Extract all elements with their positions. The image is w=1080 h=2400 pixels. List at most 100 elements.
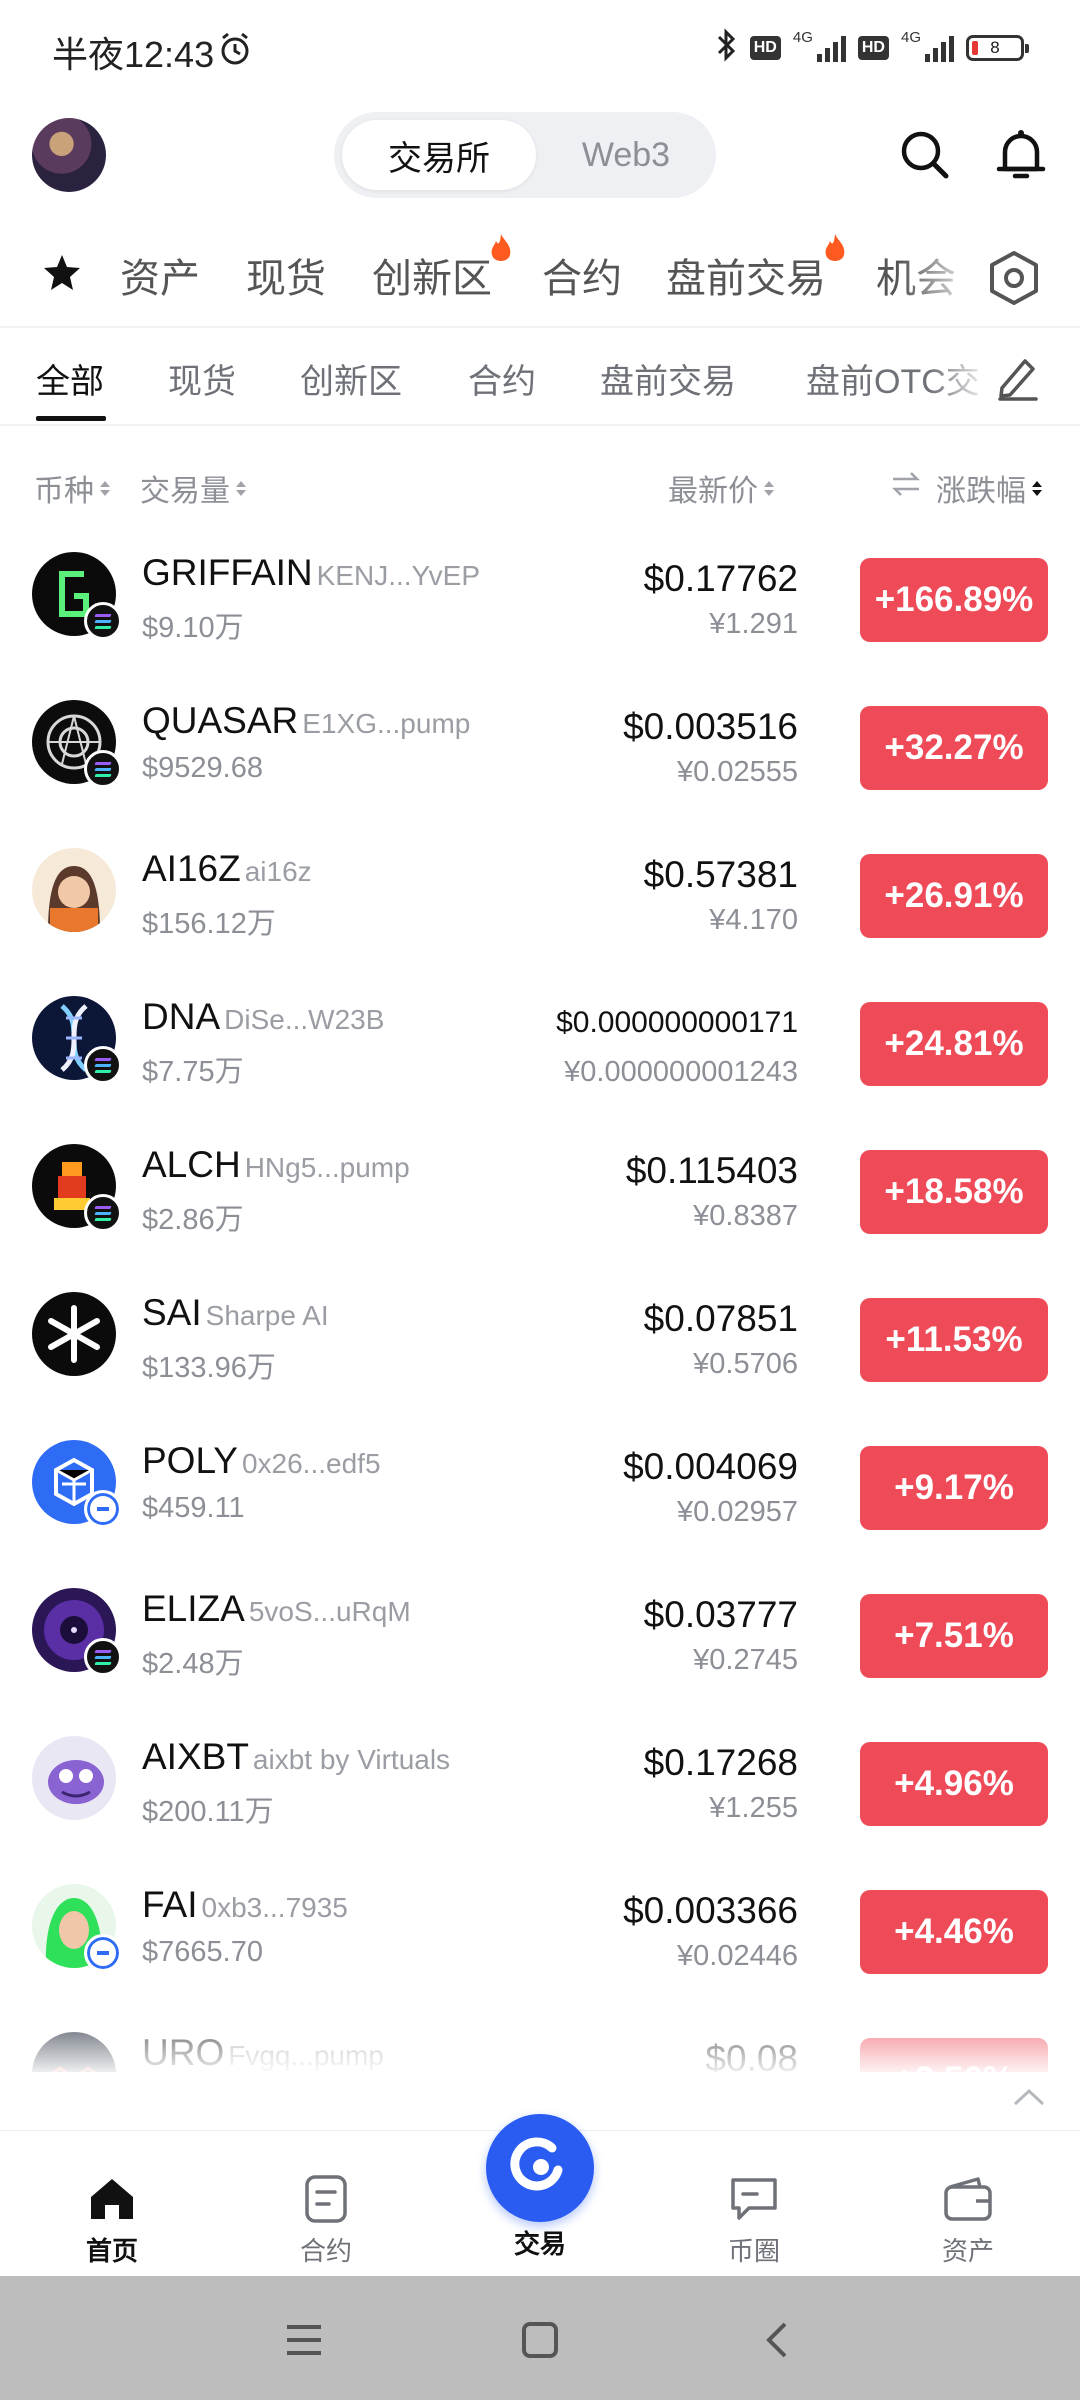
user-avatar[interactable] xyxy=(32,118,106,192)
sort-coin[interactable]: 币种 xyxy=(34,466,110,510)
token-address: E1XG...pump xyxy=(302,708,471,739)
bell-icon[interactable] xyxy=(986,120,1056,190)
network-type: 4G xyxy=(792,29,813,46)
token-symbol: POLY 0x26...edf5 xyxy=(142,1440,381,1482)
token-price: $0.000000000171 xyxy=(556,1006,798,1039)
change-badge[interactable]: +32.27% xyxy=(860,706,1048,790)
subtab-premarket[interactable]: 盘前交易 xyxy=(600,354,736,403)
change-badge[interactable]: +7.51% xyxy=(860,1594,1048,1678)
token-price-cny: ¥0.000000001243 xyxy=(564,1056,798,1088)
signal-icon xyxy=(925,34,954,62)
subtabs-fade xyxy=(930,340,990,424)
alarm-icon xyxy=(216,30,254,73)
change-badge[interactable]: +24.81% xyxy=(860,1002,1048,1086)
subtab-innovation[interactable]: 创新区 xyxy=(300,354,402,403)
subtab-all[interactable]: 全部 xyxy=(36,354,104,403)
token-symbol: AI16Z ai16z xyxy=(142,848,312,890)
sort-volume[interactable]: 交易量 xyxy=(140,466,246,510)
nav-contract-label: 合约 xyxy=(299,2236,352,2266)
token-price-cny: ¥0.5706 xyxy=(693,1348,798,1380)
tab-premarket[interactable]: 盘前交易 xyxy=(666,234,845,304)
token-symbol: ELIZA 5voS...uRqM xyxy=(142,1588,411,1630)
change-badge[interactable]: +166.89% xyxy=(860,558,1048,642)
tab-innovation[interactable]: 创新区 xyxy=(372,234,511,304)
tab-premarket-label: 盘前交易 xyxy=(666,257,826,301)
home-square-icon[interactable] xyxy=(510,2310,570,2370)
token-volume: $2.48万 xyxy=(142,1648,244,1680)
swap-arrows-icon[interactable] xyxy=(890,470,922,506)
token-list: GRIFFAIN KENJ...YvEP $9.10万 $0.17762 ¥1.291 +… xyxy=(0,532,1080,2072)
edit-pencil-icon[interactable] xyxy=(992,352,1042,407)
back-arrow-icon[interactable] xyxy=(746,2310,806,2370)
hd-badge: HD xyxy=(749,35,781,60)
menu-icon[interactable] xyxy=(274,2310,334,2370)
token-price-cny: ¥1.255 xyxy=(709,1792,798,1824)
tab-contract[interactable]: 合约 xyxy=(542,246,622,304)
status-time: 半夜12:43 xyxy=(52,34,215,75)
solana-chain-icon xyxy=(84,1046,122,1084)
change-badge[interactable]: +4.96% xyxy=(860,1742,1048,1826)
favorites-star-icon[interactable] xyxy=(42,252,82,297)
tab-exchange[interactable]: 交易所 xyxy=(342,120,536,190)
token-volume: $7665.70 xyxy=(142,1936,263,1968)
token-price: $0.115403 xyxy=(625,1150,798,1191)
subtab-contract[interactable]: 合约 xyxy=(468,354,536,403)
token-logo-icon xyxy=(32,1292,116,1376)
settings-hexagon-icon[interactable] xyxy=(986,248,1042,313)
subtab-spot[interactable]: 现货 xyxy=(168,354,236,403)
token-row[interactable]: SAI Sharpe AI $133.96万 $0.07851 ¥0.5706 +11.5… xyxy=(0,1272,1080,1420)
token-address: KENJ...YvEP xyxy=(316,560,481,591)
token-logo-icon xyxy=(32,848,116,932)
solana-chain-icon xyxy=(84,1194,122,1232)
change-badge[interactable]: +26.91% xyxy=(860,854,1048,938)
nav-assets[interactable]: 资产 xyxy=(888,2131,1048,2277)
tab-assets[interactable]: 资产 xyxy=(120,246,200,304)
token-symbol: SAI Sharpe AI xyxy=(142,1292,329,1334)
token-volume: $7.75万 xyxy=(142,1056,244,1088)
nav-home[interactable]: 首页 xyxy=(32,2131,192,2277)
token-row[interactable]: GRIFFAIN KENJ...YvEP $9.10万 $0.17762 ¥1.291 +… xyxy=(0,532,1080,680)
token-row[interactable]: AI16Z ai16z $156.12万 $0.57381 ¥4.170 +26.91% xyxy=(0,828,1080,976)
scroll-up-chevron-icon[interactable] xyxy=(1012,2086,1046,2113)
token-row[interactable]: ALCH HNg5...pump $2.86万 $0.115403 ¥0.8387 +18… xyxy=(0,1124,1080,1272)
token-volume: $459.11 xyxy=(142,1492,245,1524)
sort-last-price[interactable]: 最新价 xyxy=(668,466,774,510)
token-row[interactable]: QUASAR E1XG...pump $9529.68 $0.003516 ¥0.025… xyxy=(0,680,1080,828)
change-badge[interactable]: +18.58% xyxy=(860,1150,1048,1234)
tabs-fade xyxy=(900,236,980,326)
token-symbol-text: AI16Z xyxy=(142,848,241,889)
search-icon[interactable] xyxy=(890,120,960,190)
token-row[interactable]: AIXBT aixbt by Virtuals $200.11万 $0.17268 ¥1… xyxy=(0,1716,1080,1864)
nav-trade-label: 交易 xyxy=(513,2229,566,2259)
tab-spot[interactable]: 现货 xyxy=(246,246,326,304)
token-price: $0.17268 xyxy=(643,1742,798,1783)
token-symbol: ALCH HNg5...pump xyxy=(142,1144,410,1186)
fire-icon xyxy=(488,230,514,275)
nav-community[interactable]: 币圈 xyxy=(674,2131,834,2277)
nav-trade[interactable] xyxy=(486,2114,594,2222)
sub-tabs: 全部 现货 创新区 合约 盘前交易 盘前OTC交 xyxy=(0,340,1080,424)
contract-icon xyxy=(303,2171,349,2227)
token-symbol-text: POLY xyxy=(142,1440,238,1481)
token-row[interactable]: DNA DiSe...W23B $7.75万 $0.000000000171 ¥0.00… xyxy=(0,976,1080,1124)
token-symbol-text: QUASAR xyxy=(142,700,299,741)
nav-contract[interactable]: 合约 xyxy=(246,2131,406,2277)
tab-web3[interactable]: Web3 xyxy=(544,120,708,190)
active-tab-underline xyxy=(36,416,106,421)
token-row[interactable]: POLY 0x26...edf5 $459.11 $0.004069 ¥0.02957 +… xyxy=(0,1420,1080,1568)
token-symbol-text: AIXBT xyxy=(142,1736,249,1777)
column-change-label: 涨跌幅 xyxy=(936,475,1026,508)
change-badge[interactable]: +11.53% xyxy=(860,1298,1048,1382)
column-price-label: 最新价 xyxy=(668,475,758,508)
change-badge[interactable]: +9.17% xyxy=(860,1446,1048,1530)
token-volume: $133.96万 xyxy=(142,1352,276,1384)
token-symbol-text: ELIZA xyxy=(142,1588,245,1629)
sort-change[interactable]: 涨跌幅 xyxy=(890,466,1042,510)
token-row[interactable]: ELIZA 5voS...uRqM $2.48万 $0.03777 ¥0.2745 +7.… xyxy=(0,1568,1080,1716)
change-badge[interactable]: +4.46% xyxy=(860,1890,1048,1974)
token-symbol: AIXBT aixbt by Virtuals xyxy=(142,1736,450,1778)
sort-arrows-icon xyxy=(764,480,774,496)
column-coin-label: 币种 xyxy=(34,475,94,508)
token-address: HNg5...pump xyxy=(244,1152,410,1183)
battery-level: 8 xyxy=(990,37,1000,57)
